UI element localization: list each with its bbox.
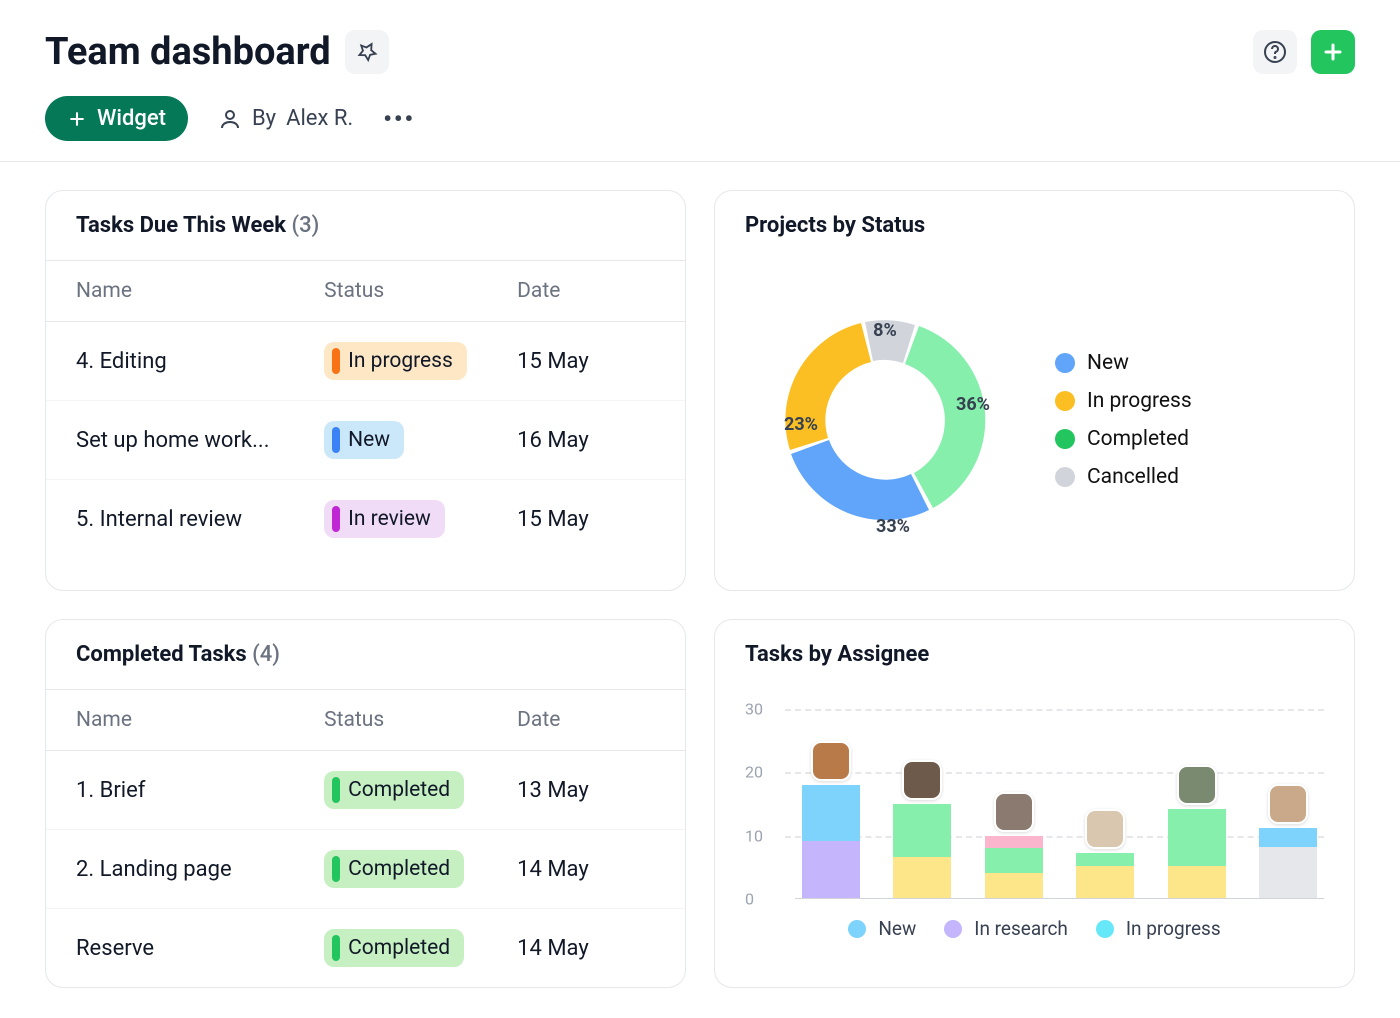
plus-icon <box>1321 40 1345 64</box>
card-title: Tasks Due This Week <box>76 213 286 238</box>
y-tick: 20 <box>745 763 763 782</box>
page-title: Team dashboard <box>45 30 331 74</box>
help-button[interactable] <box>1253 30 1297 74</box>
status-badge: Completed <box>324 850 464 888</box>
col-date: Date <box>517 279 655 303</box>
projects-by-status-card: Projects by Status 8% 36% <box>714 190 1355 591</box>
card-count: (4) <box>252 642 280 667</box>
author-info[interactable]: By Alex R. <box>218 106 353 131</box>
plus-icon <box>67 109 87 129</box>
status-badge: Completed <box>324 929 464 967</box>
tasks-by-assignee-card: Tasks by Assignee 30 20 10 0 <box>714 619 1355 988</box>
donut-chart: 8% 36% 33% 23% <box>745 280 1025 560</box>
task-name: Set up home work... <box>76 428 324 453</box>
avatar <box>994 792 1034 832</box>
col-status: Status <box>324 279 517 303</box>
task-name: 1. Brief <box>76 778 324 803</box>
task-name: 2. Landing page <box>76 857 324 882</box>
task-name: 5. Internal review <box>76 507 324 532</box>
completed-tasks-card: Completed Tasks (4) Name Status Date 1. … <box>45 619 686 988</box>
table-row[interactable]: Reserve Completed 14 May <box>46 909 685 987</box>
pin-icon <box>356 41 378 63</box>
col-date: Date <box>517 708 655 732</box>
legend-item: In progress <box>1055 389 1192 413</box>
user-icon <box>218 107 242 131</box>
avatar <box>1085 809 1125 849</box>
legend-item: Cancelled <box>1055 465 1192 489</box>
table-row[interactable]: 1. Brief Completed 13 May <box>46 751 685 830</box>
task-date: 16 May <box>517 428 655 453</box>
bar-legend: New In research In progress <box>745 899 1324 950</box>
col-name: Name <box>76 279 324 303</box>
donut-label-completed: 36% <box>956 394 990 415</box>
table-row[interactable]: Set up home work... New 16 May <box>46 401 685 480</box>
avatar <box>1177 765 1217 805</box>
legend-item: New <box>1055 351 1192 375</box>
card-count: (3) <box>291 213 319 238</box>
donut-label-new: 33% <box>876 516 910 537</box>
avatar <box>902 760 942 800</box>
author-name: Alex R. <box>286 106 353 131</box>
table-header: Name Status Date <box>46 690 685 751</box>
table-header: Name Status Date <box>46 261 685 322</box>
task-date: 13 May <box>517 778 655 803</box>
card-title: Projects by Status <box>715 191 1354 260</box>
card-title: Completed Tasks <box>76 642 247 667</box>
bar-chart: 30 20 10 0 <box>715 689 1354 950</box>
legend-item: Completed <box>1055 427 1192 451</box>
donut-label-cancelled: 8% <box>873 320 897 341</box>
avatar <box>811 741 851 781</box>
table-row[interactable]: 2. Landing page Completed 14 May <box>46 830 685 909</box>
widget-button[interactable]: Widget <box>45 96 188 141</box>
task-date: 15 May <box>517 349 655 374</box>
author-prefix: By <box>252 106 276 131</box>
pin-button[interactable] <box>345 30 389 74</box>
tasks-due-card: Tasks Due This Week (3) Name Status Date… <box>45 190 686 591</box>
status-badge: New <box>324 421 404 459</box>
help-icon <box>1263 40 1287 64</box>
col-status: Status <box>324 708 517 732</box>
legend-item: In research <box>944 917 1068 940</box>
table-row[interactable]: 4. Editing In progress 15 May <box>46 322 685 401</box>
task-date: 15 May <box>517 507 655 532</box>
widget-button-label: Widget <box>97 106 166 131</box>
donut-legend: New In progress Completed Cancelled <box>1055 351 1192 489</box>
status-badge: In progress <box>324 342 467 380</box>
task-name: Reserve <box>76 936 324 961</box>
card-title: Tasks by Assignee <box>715 620 1354 689</box>
task-date: 14 May <box>517 936 655 961</box>
y-tick: 0 <box>745 890 754 909</box>
task-date: 14 May <box>517 857 655 882</box>
y-tick: 10 <box>745 826 763 845</box>
status-badge: In review <box>324 500 445 538</box>
status-badge: Completed <box>324 771 464 809</box>
legend-item: New <box>848 917 916 940</box>
task-name: 4. Editing <box>76 349 324 374</box>
more-button[interactable]: ••• <box>383 105 415 133</box>
col-name: Name <box>76 708 324 732</box>
donut-label-inprogress: 23% <box>784 414 818 435</box>
avatar <box>1268 784 1308 824</box>
add-button[interactable] <box>1311 30 1355 74</box>
table-row[interactable]: 5. Internal review In review 15 May <box>46 480 685 558</box>
legend-item: In progress <box>1096 917 1221 940</box>
y-tick: 30 <box>745 700 763 719</box>
